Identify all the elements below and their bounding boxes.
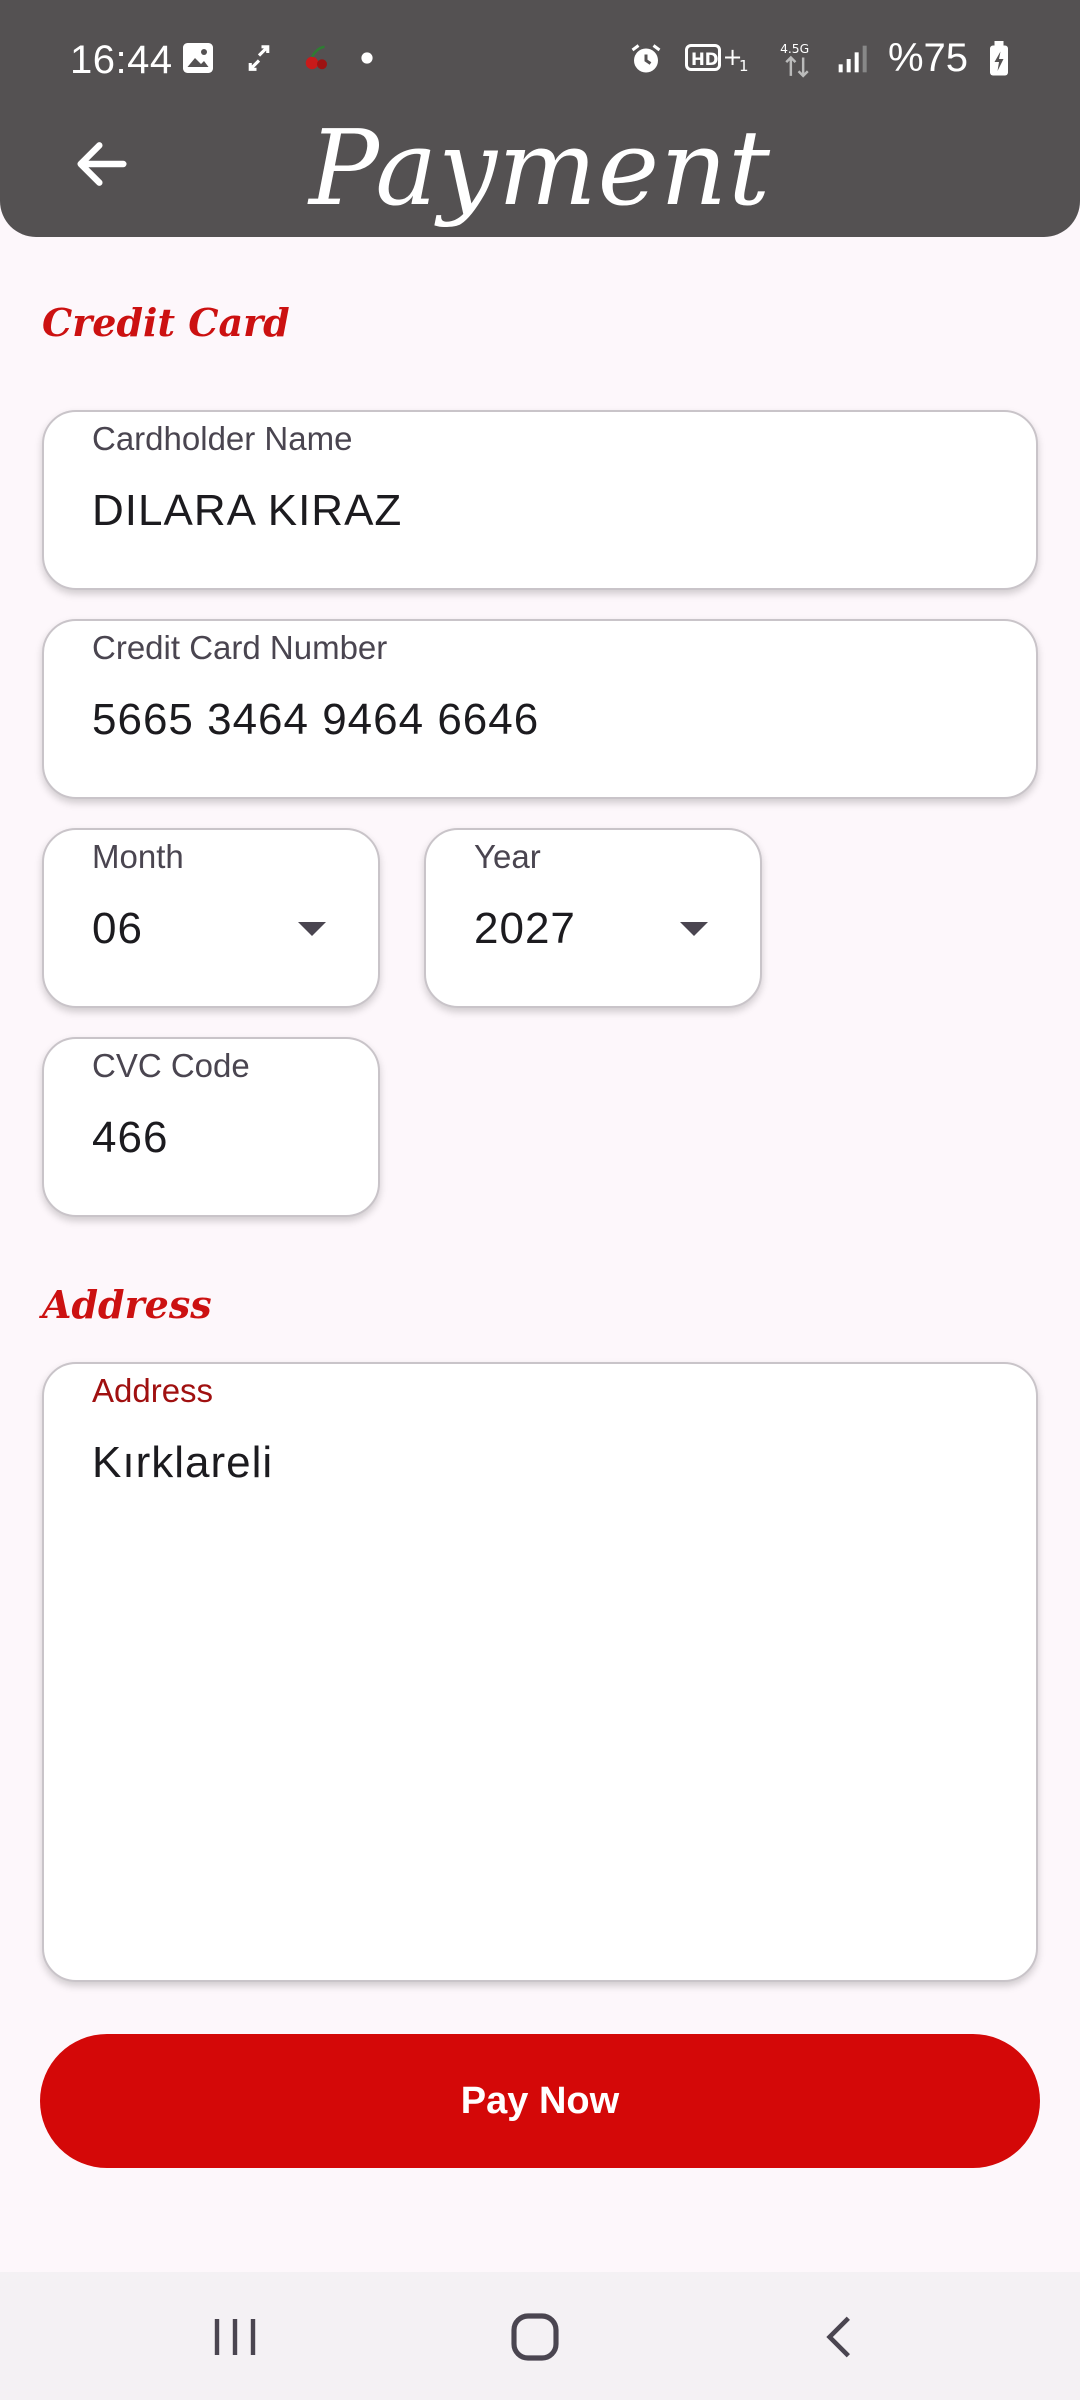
app-bar: 16:44 HD +1 4.5G %75 Payment (0, 0, 1080, 237)
system-nav-bar (0, 2272, 1080, 2400)
system-back-button[interactable] (795, 2302, 885, 2372)
recent-apps-button[interactable] (190, 2302, 280, 2372)
address-value: Kırklareli (92, 1438, 274, 1487)
month-dropdown-arrow-icon (298, 922, 326, 936)
cvc-code-value: 466 (92, 1113, 169, 1162)
sync-icon (248, 45, 270, 71)
address-field[interactable]: Address Kırklareli (42, 1362, 1038, 1982)
dot-icon (361, 52, 373, 64)
year-value: 2027 (474, 904, 576, 953)
card-number-label: Credit Card Number (92, 629, 388, 666)
address-heading: Address (42, 1282, 212, 1327)
cardholder-name-field[interactable]: Cardholder Name DILARA KIRAZ (42, 410, 1038, 590)
month-value: 06 (92, 904, 143, 953)
gallery-icon (183, 43, 213, 73)
cardholder-name-label: Cardholder Name (92, 420, 353, 457)
signal-icon (838, 45, 867, 72)
status-left-icons (180, 40, 374, 76)
recent-apps-icon (214, 2319, 256, 2355)
svg-text:HD: HD (691, 50, 719, 69)
year-dropdown[interactable]: Year 2027 (424, 828, 762, 1008)
status-bar: 16:44 HD +1 4.5G %75 (0, 0, 1080, 120)
network-type-label: 4.5G (780, 41, 809, 55)
cvc-code-label: CVC Code (92, 1047, 250, 1084)
month-label: Month (92, 838, 184, 875)
pay-now-button[interactable]: Pay Now (40, 2034, 1040, 2168)
home-icon (511, 2313, 559, 2361)
status-time: 16:44 (70, 38, 173, 82)
year-dropdown-arrow-icon (680, 922, 708, 936)
card-number-field[interactable]: Credit Card Number 5665 3464 9464 6646 (42, 619, 1038, 799)
hd-volte-icon: HD +1 (684, 43, 749, 75)
svg-text:1: 1 (739, 57, 749, 75)
network-type-icon: 4.5G (780, 41, 809, 78)
battery-percent: %75 (887, 36, 968, 80)
battery-charging-icon (990, 40, 1008, 75)
home-button[interactable] (490, 2302, 580, 2372)
cherry-icon (305, 45, 327, 70)
alarm-icon (631, 43, 661, 72)
status-right-icons: HD +1 4.5G %75 (628, 36, 1010, 81)
month-dropdown[interactable]: Month 06 (42, 828, 380, 1008)
page-title: Payment (309, 107, 771, 229)
credit-card-heading: Credit Card (42, 300, 290, 345)
address-label: Address (92, 1372, 214, 1409)
cardholder-name-value: DILARA KIRAZ (92, 486, 403, 535)
card-number-value: 5665 3464 9464 6646 (92, 695, 540, 744)
chevron-left-icon (826, 2316, 850, 2358)
year-label: Year (474, 838, 541, 875)
cvc-code-field[interactable]: CVC Code 466 (42, 1037, 380, 1217)
